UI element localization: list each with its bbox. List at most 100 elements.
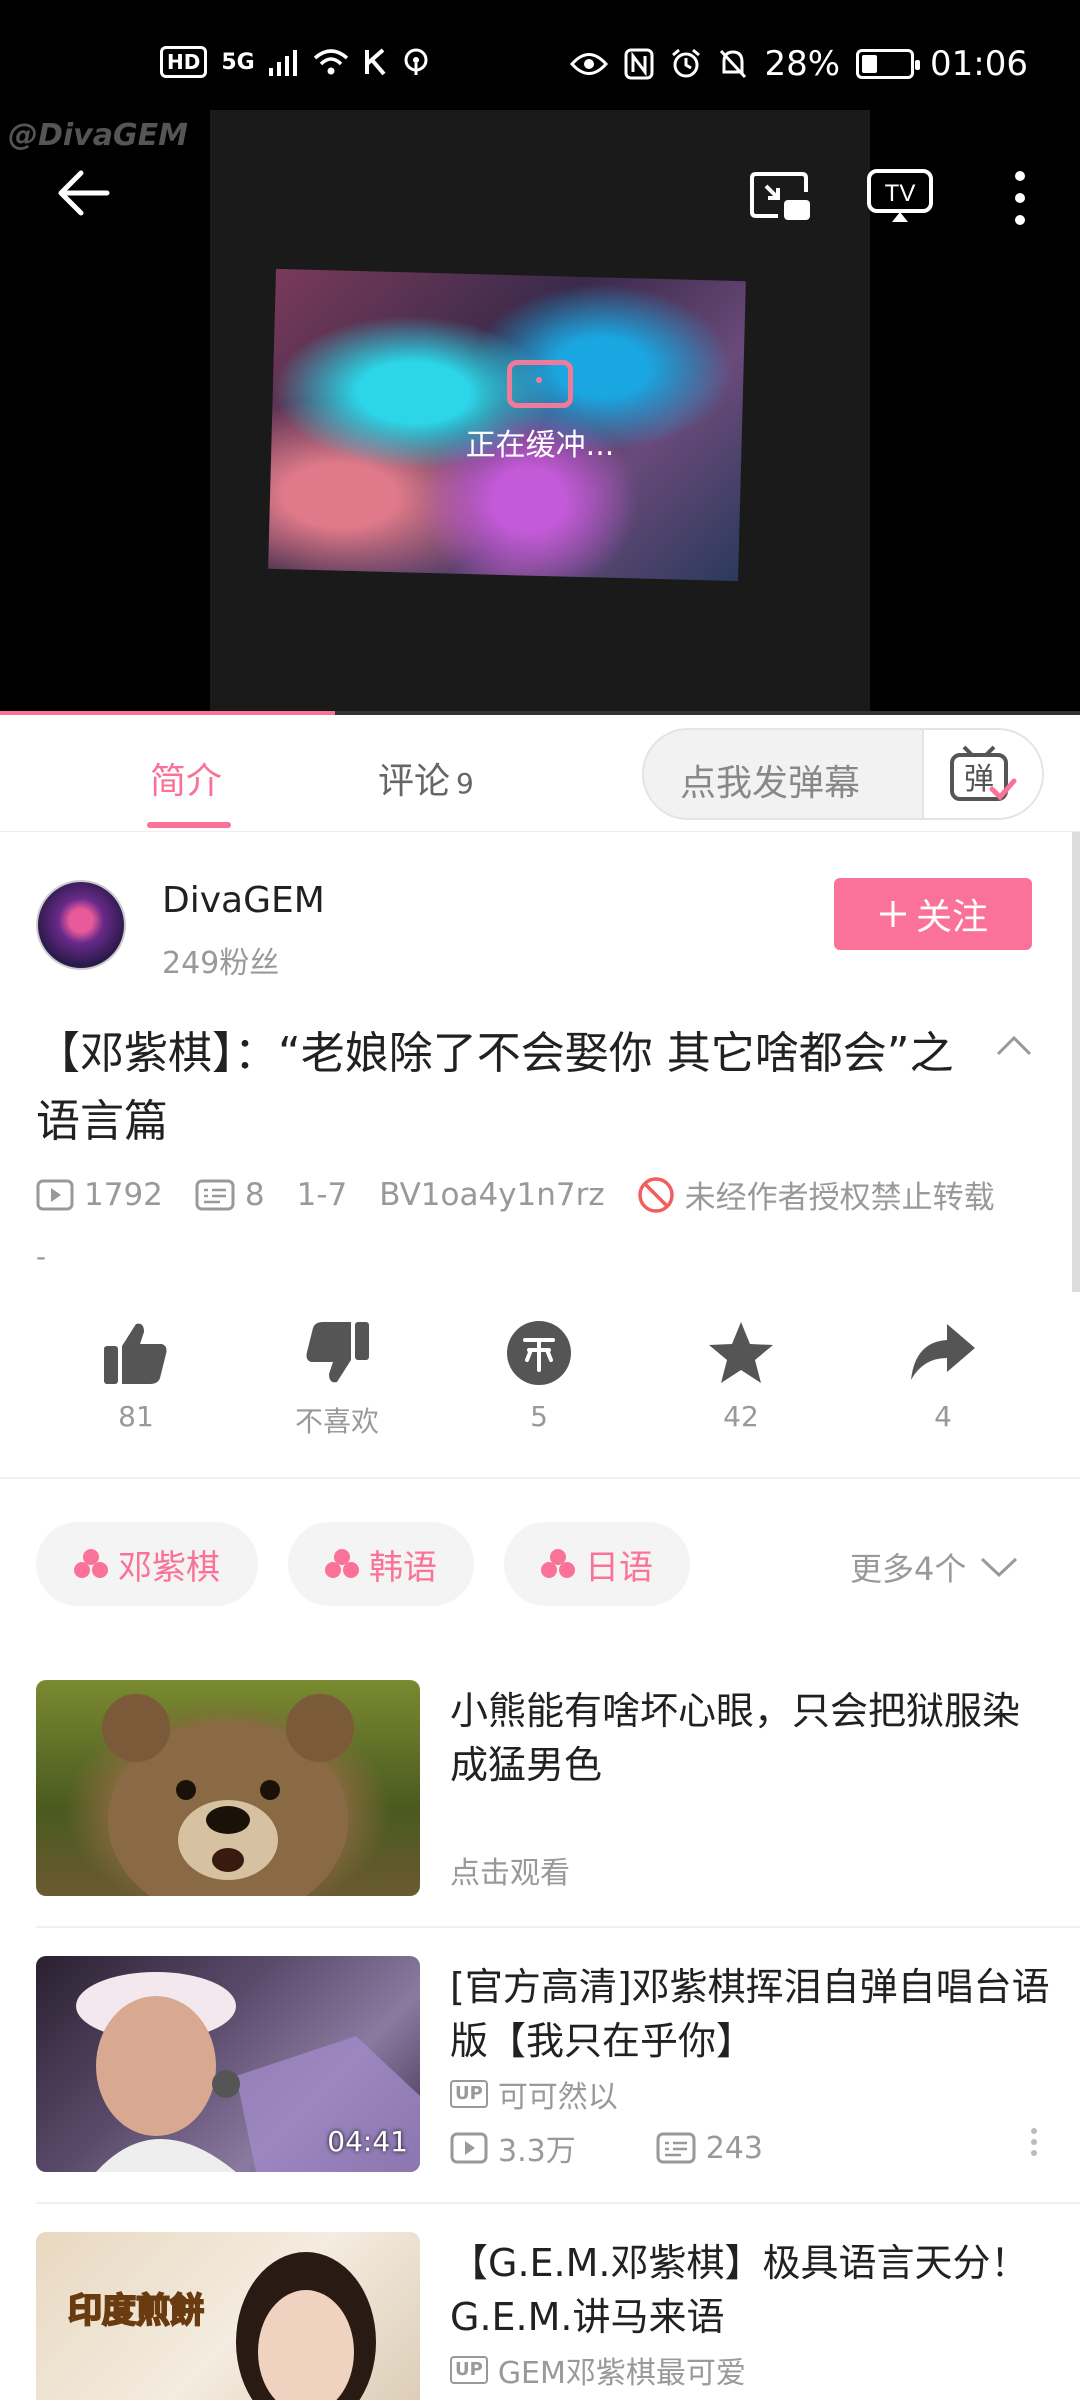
thumb-caption: 印度煎餅 bbox=[68, 2291, 204, 2331]
thumbs-down-icon bbox=[306, 1322, 369, 1383]
rec-subtitle: 点击观看 bbox=[450, 1856, 570, 1891]
publish-date: 1-7 bbox=[296, 1176, 348, 1213]
video-description: - bbox=[36, 1240, 47, 1273]
up-badge: UP bbox=[450, 2356, 488, 2384]
danmu-toggle-button[interactable]: 弹 bbox=[922, 730, 1042, 818]
tag-label: 邓紫棋 bbox=[118, 1547, 220, 1588]
battery-percent: 28% bbox=[764, 44, 841, 84]
chevron-up-icon[interactable] bbox=[994, 1030, 1034, 1060]
no-repost-text: 未经作者授权禁止转载 bbox=[684, 1180, 995, 1216]
like-button[interactable]: 81 bbox=[61, 1320, 211, 1433]
like-count: 81 bbox=[118, 1400, 154, 1433]
rec-title: 小熊能有啥坏心眼，只会把狱服染成猛男色 bbox=[450, 1689, 1021, 1787]
share-button[interactable]: 4 bbox=[868, 1320, 1018, 1433]
scrollbar[interactable] bbox=[1072, 832, 1080, 1292]
avatar[interactable] bbox=[36, 880, 126, 970]
alarm-icon bbox=[672, 48, 701, 78]
tab-comments-label: 评论 bbox=[378, 761, 451, 802]
danmaku-count-icon bbox=[195, 1179, 235, 1210]
tab-active-indicator bbox=[147, 822, 231, 828]
buffering-text: 正在缓冲... bbox=[465, 428, 615, 463]
back-button[interactable] bbox=[50, 160, 116, 226]
wifi-icon bbox=[313, 49, 348, 75]
tag-icon bbox=[325, 1549, 359, 1579]
playback-progress-bar[interactable] bbox=[0, 711, 1080, 715]
list-item[interactable]: 04:41 [官方高清]邓紫棋挥泪自弹自唱台语版【我只在乎你】 UP 可可然以 … bbox=[36, 1956, 1050, 2172]
favorite-button[interactable]: 42 bbox=[666, 1320, 816, 1433]
video-thumbnail[interactable]: 04:41 bbox=[36, 1956, 420, 2172]
rec-danmaku-count: 243 bbox=[705, 2130, 763, 2166]
video-duration: 04:41 bbox=[327, 2125, 408, 2158]
tag-label: 韩语 bbox=[369, 1547, 437, 1588]
gem-thumbnail-image: 印度煎餅 bbox=[67, 2252, 376, 2400]
more-tags-label: 更多4个 bbox=[850, 1550, 967, 1588]
play-count-icon bbox=[36, 1179, 74, 1210]
list-divider bbox=[36, 1926, 1080, 1928]
tab-comments[interactable]: 评论 9 bbox=[378, 752, 474, 804]
cast-tv-icon: TV bbox=[867, 169, 933, 222]
status-bar: HD 5G 28% 01:06 bbox=[0, 0, 1080, 110]
tag-label: 日语 bbox=[585, 1547, 653, 1588]
video-title: 【邓紫棋】：“老娘除了不会娶你 其它啥都会”之语言篇 bbox=[36, 1028, 954, 1147]
follow-button[interactable]: 关注 bbox=[834, 878, 1032, 950]
tv-loading-icon bbox=[507, 360, 573, 408]
buffering-indicator: 正在缓冲... bbox=[420, 360, 660, 464]
k-app-icon bbox=[364, 48, 386, 76]
play-count-icon bbox=[450, 2132, 488, 2164]
follow-label: 关注 bbox=[915, 897, 988, 938]
hd-badge: HD bbox=[160, 46, 208, 78]
list-divider bbox=[36, 2202, 1080, 2204]
rec-uploader: UP 可可然以 bbox=[450, 2072, 618, 2116]
list-item[interactable]: 小熊能有啥坏心眼，只会把狱服染成猛男色 点击观看 bbox=[36, 1680, 1044, 1896]
uploader-name[interactable]: DivaGEM bbox=[162, 880, 325, 921]
hotspot-icon bbox=[404, 48, 428, 75]
chevron-down-icon bbox=[981, 1557, 1018, 1578]
danmu-char: 弹 bbox=[964, 762, 994, 797]
plus-icon bbox=[879, 901, 906, 927]
tag-icon bbox=[74, 1549, 108, 1579]
more-vertical-icon bbox=[1015, 171, 1025, 225]
rec-more-button[interactable] bbox=[1024, 2128, 1044, 2162]
tab-intro[interactable]: 简介 bbox=[150, 752, 222, 804]
progress-fill bbox=[0, 711, 335, 715]
favorite-count: 42 bbox=[723, 1400, 759, 1433]
tag-chip[interactable]: 邓紫棋 bbox=[36, 1522, 258, 1606]
video-thumbnail[interactable] bbox=[36, 1680, 420, 1896]
signal-icon bbox=[268, 50, 297, 76]
video-meta: 1792 8 1-7 BV1oa4y1n7rz 未经作者授权禁止转载 bbox=[36, 1172, 995, 1217]
nfc-icon bbox=[624, 48, 654, 80]
pip-button[interactable] bbox=[748, 170, 812, 222]
rec-title: 【G.E.M.邓紫棋】极具语言天分！G.E.M.讲马来语 bbox=[450, 2241, 1029, 2339]
battery-icon bbox=[856, 49, 921, 79]
pip-icon bbox=[750, 172, 810, 220]
uploader-fans: 249粉丝 bbox=[162, 946, 280, 981]
danmu-toggle-icon: 弹 bbox=[950, 745, 1017, 801]
thumbs-up-icon bbox=[104, 1323, 167, 1384]
list-item[interactable]: 印度煎餅 【G.E.M.邓紫棋】极具语言天分！G.E.M.讲马来语 UP GEM… bbox=[36, 2232, 1044, 2400]
tag-chip[interactable]: 韩语 bbox=[288, 1522, 474, 1606]
comments-count: 9 bbox=[456, 767, 474, 800]
video-player[interactable]: @DivaGEM HD 5G 28% 01:06 正在缓冲... TV bbox=[0, 0, 1080, 715]
coin-button[interactable]: 5 bbox=[464, 1320, 614, 1433]
svg-text:TV: TV bbox=[885, 180, 916, 207]
tag-chip[interactable]: 日语 bbox=[504, 1522, 690, 1606]
more-tags-button[interactable]: 更多4个 bbox=[850, 1544, 1018, 1590]
rec-stats: 3.3万 243 bbox=[450, 2126, 763, 2170]
danmaku-count-icon bbox=[656, 2132, 696, 2164]
danmu-input[interactable]: 点我发弹幕 弹 bbox=[642, 728, 1044, 820]
video-thumbnail[interactable]: 印度煎餅 bbox=[36, 2232, 420, 2400]
rec-view-count: 3.3万 bbox=[498, 2134, 576, 2169]
rec-title: [官方高清]邓紫棋挥泪自弹自唱台语版【我只在乎你】 bbox=[450, 1965, 1050, 2063]
cast-button[interactable]: TV bbox=[866, 168, 934, 224]
more-options-button[interactable] bbox=[1000, 165, 1040, 231]
section-divider bbox=[0, 1477, 1080, 1479]
watermark: @DivaGEM bbox=[8, 118, 188, 153]
share-icon bbox=[911, 1324, 975, 1380]
mute-bell-icon bbox=[720, 49, 747, 79]
bear-face-image bbox=[102, 1694, 354, 1896]
up-badge: UP bbox=[450, 2080, 488, 2108]
coin-icon bbox=[507, 1321, 571, 1385]
dislike-button[interactable]: 不喜欢 bbox=[262, 1320, 412, 1440]
rec-uploader: UP GEM邓紫棋最可爱 bbox=[450, 2348, 746, 2392]
danmu-placeholder: 点我发弹幕 bbox=[680, 763, 861, 804]
